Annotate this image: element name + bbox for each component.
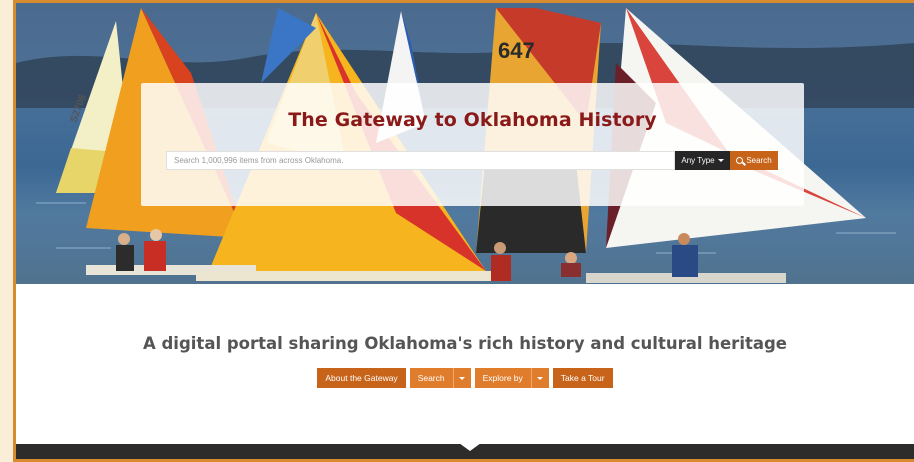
page-title: The Gateway to Oklahoma History xyxy=(288,109,657,131)
explore-split-button: Explore by xyxy=(474,368,549,388)
caret-down-icon xyxy=(717,159,724,162)
footer-bar xyxy=(16,443,914,459)
caret-down-icon xyxy=(459,376,466,380)
sail-number-647: 647 xyxy=(498,38,535,63)
any-type-label: Any Type xyxy=(681,156,715,165)
search-panel: The Gateway to Oklahoma History Any Type… xyxy=(141,83,804,206)
search-button-label: Search xyxy=(746,156,772,165)
search-icon xyxy=(736,157,744,164)
search-bar: Any Type Search xyxy=(166,151,778,170)
page-frame: 647 S2706 The Gateway to Oklahoma Histor… xyxy=(13,0,914,462)
any-type-dropdown[interactable]: Any Type xyxy=(675,151,730,170)
explore-dropdown-toggle[interactable] xyxy=(530,368,549,388)
search-dropdown-toggle[interactable] xyxy=(452,368,471,388)
explore-by-button[interactable]: Explore by xyxy=(474,368,531,388)
search-split-button: Search xyxy=(409,368,471,388)
nav-button-row: About the Gateway Search Explore by Take… xyxy=(16,368,914,388)
search-button[interactable]: Search xyxy=(730,151,778,170)
search-nav-button[interactable]: Search xyxy=(409,368,453,388)
tagline: A digital portal sharing Oklahoma's rich… xyxy=(142,334,787,353)
about-gateway-button[interactable]: About the Gateway xyxy=(317,368,406,388)
section-notch xyxy=(459,443,481,451)
take-tour-button[interactable]: Take a Tour xyxy=(552,368,613,388)
search-input[interactable] xyxy=(166,151,675,170)
caret-down-icon xyxy=(537,376,544,380)
hero-banner: 647 S2706 The Gateway to Oklahoma Histor… xyxy=(16,3,914,284)
